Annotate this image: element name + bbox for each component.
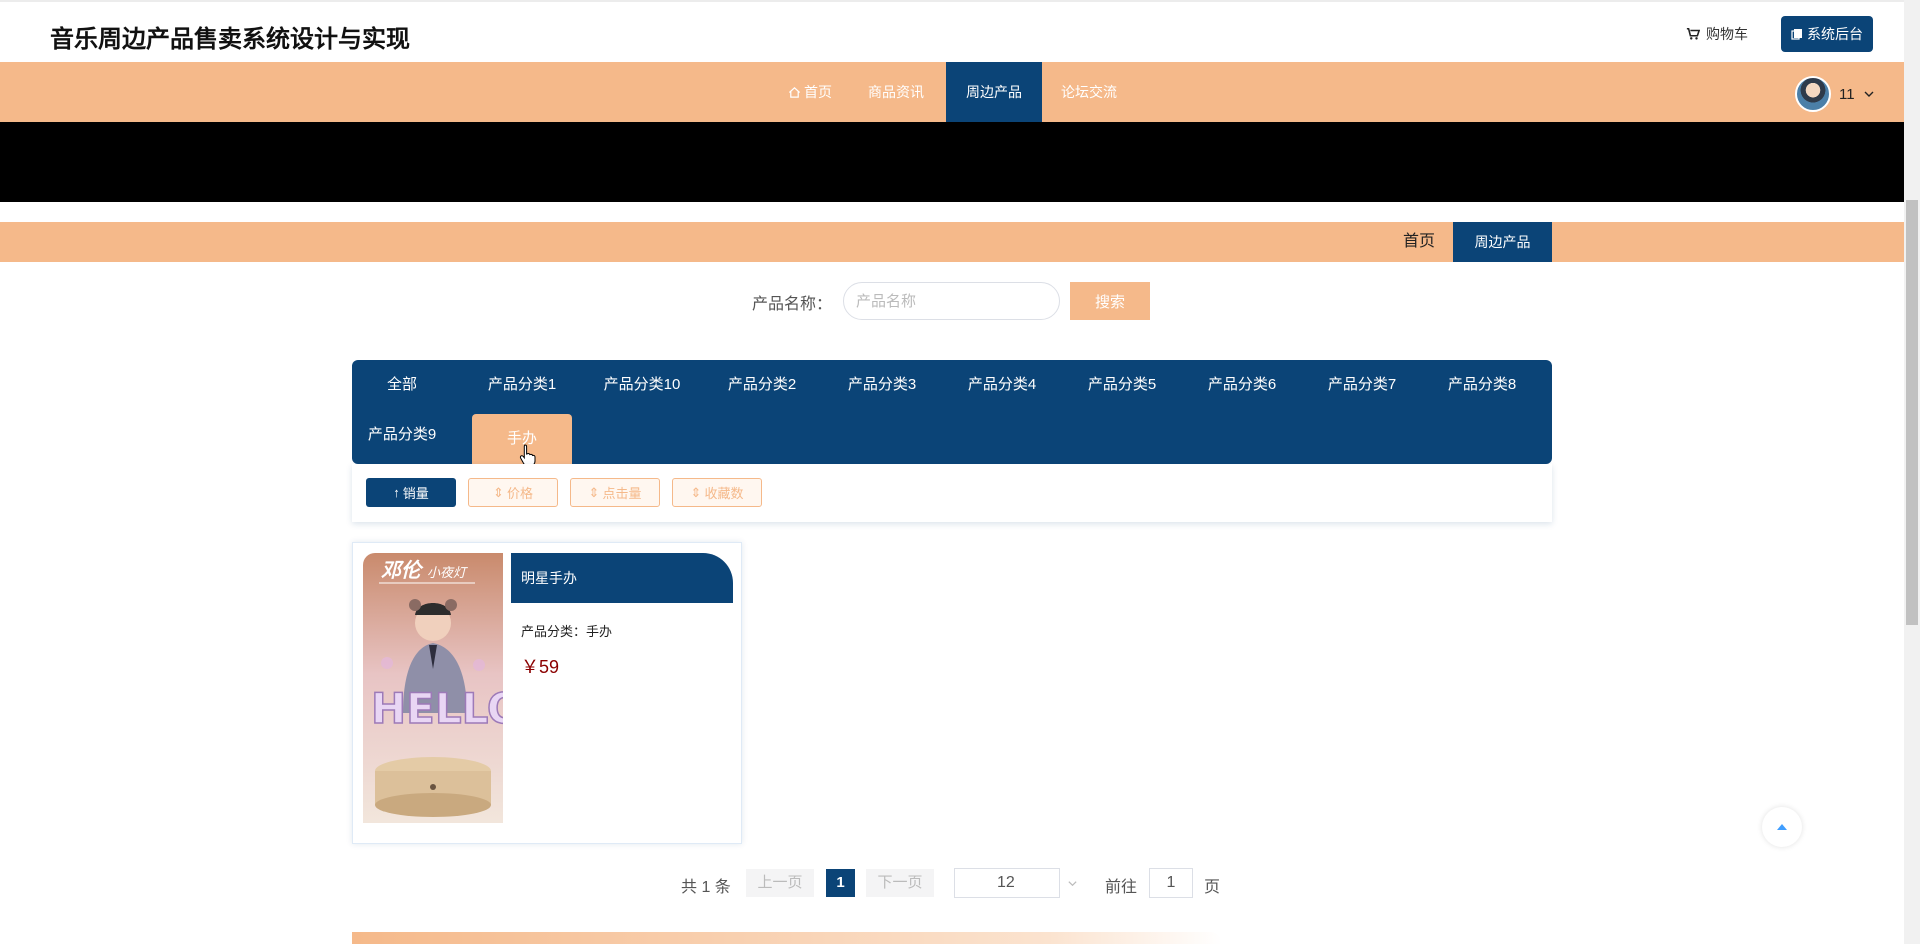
breadcrumb: 首页 周边产品 (0, 222, 1904, 262)
top-header: 音乐周边产品售卖系统设计与实现 购物车 系统后台 (0, 0, 1904, 62)
pagination-prev-button[interactable]: 上一页 (746, 869, 814, 897)
pagination-next-button[interactable]: 下一页 (866, 869, 934, 897)
product-name[interactable]: 明星手办 (511, 553, 733, 603)
sort-label: 价格 (506, 486, 533, 501)
banner (0, 122, 1904, 202)
category-item[interactable]: 产品分类1 (472, 360, 572, 410)
main-nav: 首页 商品资讯 周边产品 论坛交流 11 (0, 62, 1904, 122)
category-item[interactable]: 产品分类2 (712, 360, 812, 410)
footer-decoration (352, 932, 1222, 944)
category-item[interactable]: 产品分类10 (592, 360, 692, 410)
sort-label: 点击量 (602, 486, 642, 501)
admin-button[interactable]: 系统后台 (1781, 16, 1873, 52)
scrollbar-thumb[interactable] (1906, 200, 1918, 625)
sort-sales-button[interactable]: ↑ 销量 (366, 478, 456, 507)
page-size-select[interactable]: 12 (954, 868, 1060, 898)
sort-bar: ↑ 销量 ⇕ 价格 ⇕ 点击量 ⇕ 收藏数 (352, 464, 1552, 522)
category-item[interactable]: 产品分类9 (352, 410, 452, 460)
nav-label-home: 首页 (804, 84, 832, 100)
svg-text:HELLO: HELLO (371, 684, 503, 733)
home-icon (788, 86, 801, 98)
category-item[interactable]: 产品分类8 (1432, 360, 1532, 410)
caret-up-icon (1777, 824, 1787, 830)
nav-item-products[interactable]: 周边产品 (946, 62, 1042, 122)
sort-label: 收藏数 (704, 486, 744, 501)
pagination-page-1[interactable]: 1 (826, 869, 855, 897)
cart-link[interactable]: 购物车 (1686, 24, 1748, 44)
chevron-down-icon (1864, 91, 1874, 97)
product-card[interactable]: 邓伦 小夜灯 HELLO 明星手办 产品分类：手办 ￥59 (352, 542, 742, 844)
pagination-goto-input[interactable] (1149, 868, 1193, 898)
pagination-goto-label: 前往 (1105, 879, 1138, 896)
search-input[interactable] (843, 282, 1060, 320)
user-name: 11 (1839, 85, 1855, 103)
pagination-page-suffix: 页 (1204, 879, 1221, 896)
product-category: 产品分类：手办 (521, 624, 613, 639)
cart-label: 购物车 (1706, 26, 1748, 42)
category-item[interactable]: 产品分类4 (952, 360, 1052, 410)
category-item[interactable]: 产品分类3 (832, 360, 932, 410)
site-title: 音乐周边产品售卖系统设计与实现 (50, 25, 410, 53)
product-price: ￥59 (521, 657, 560, 677)
sort-both-icon: ⇕ (690, 484, 702, 500)
sort-label: 销量 (402, 486, 429, 501)
product-image[interactable]: 邓伦 小夜灯 HELLO (363, 553, 503, 823)
sort-up-icon: ↑ (393, 485, 400, 500)
user-menu[interactable]: 11 (1795, 76, 1875, 112)
sort-price-button[interactable]: ⇕ 价格 (468, 478, 558, 507)
nav-item-home[interactable]: 首页 (780, 62, 840, 122)
chevron-down-icon (1068, 881, 1077, 887)
cart-icon (1686, 27, 1700, 40)
category-item[interactable]: 产品分类6 (1192, 360, 1292, 410)
category-item[interactable]: 产品分类5 (1072, 360, 1172, 410)
svg-text:小夜灯: 小夜灯 (427, 566, 468, 581)
sort-both-icon: ⇕ (493, 484, 504, 500)
pagination-total: 共 1 条 (681, 879, 731, 896)
product-photo: 邓伦 小夜灯 HELLO (363, 553, 503, 823)
search-label: 产品名称： (752, 296, 833, 313)
nav-item-forum[interactable]: 论坛交流 (1054, 62, 1124, 122)
category-item[interactable]: 产品分类7 (1312, 360, 1412, 410)
page: 音乐周边产品售卖系统设计与实现 购物车 系统后台 首页 商品资讯 周边产品 论坛… (0, 0, 1920, 944)
svg-text:邓伦: 邓伦 (381, 558, 424, 582)
back-to-top-button[interactable] (1762, 807, 1802, 847)
breadcrumb-home[interactable]: 首页 (1385, 222, 1453, 262)
avatar (1795, 76, 1831, 112)
search-button[interactable]: 搜索 (1070, 282, 1150, 320)
nav-item-news[interactable]: 商品资讯 (862, 62, 930, 122)
sort-clicks-button[interactable]: ⇕ 点击量 (570, 478, 660, 507)
copy-icon (1791, 29, 1802, 40)
category-item[interactable]: 全部 (352, 360, 452, 410)
admin-label: 系统后台 (1807, 26, 1863, 42)
sort-both-icon: ⇕ (588, 484, 600, 500)
sort-favorites-button[interactable]: ⇕ 收藏数 (672, 478, 762, 507)
breadcrumb-current: 周边产品 (1453, 222, 1552, 262)
